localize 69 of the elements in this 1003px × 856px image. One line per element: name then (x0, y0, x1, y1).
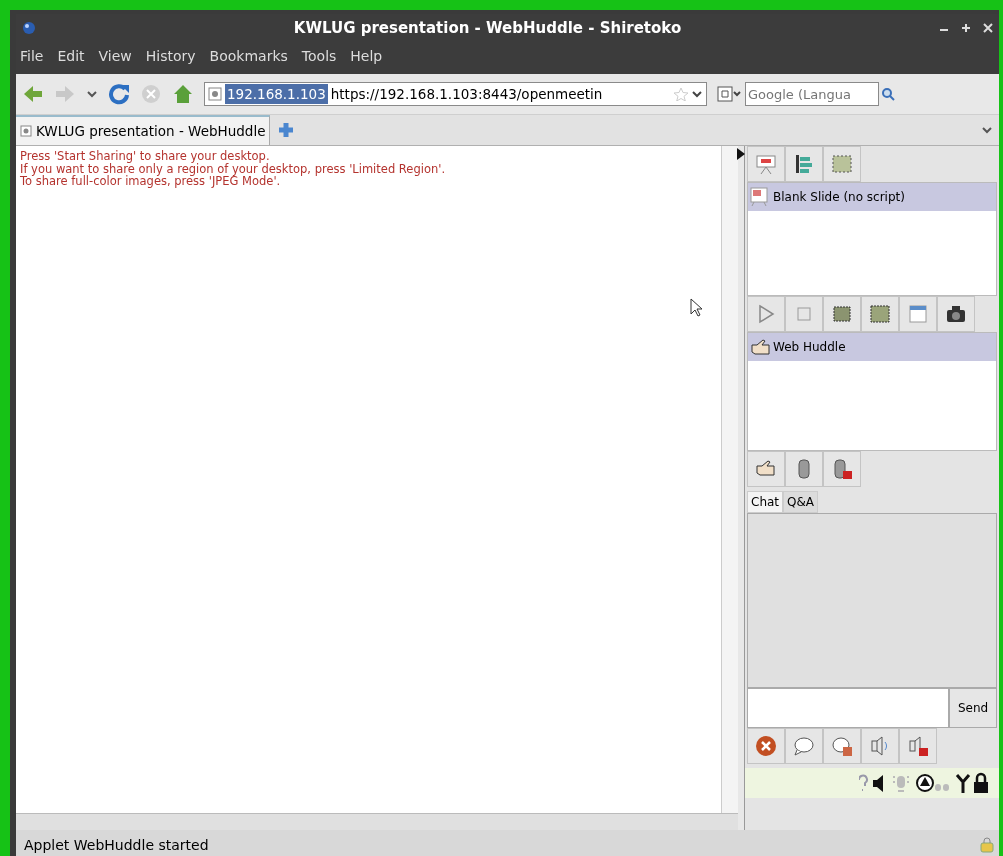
menu-item[interactable]: History (145, 48, 196, 64)
camera-button[interactable] (937, 296, 975, 332)
chat-tab[interactable]: Chat (747, 491, 784, 513)
slide-icon (750, 187, 770, 207)
document-list-icon (793, 153, 815, 175)
play-button[interactable] (747, 296, 785, 332)
menu-item[interactable]: View (98, 48, 132, 64)
maximize-icon[interactable] (961, 23, 971, 33)
microphone-off-icon (831, 458, 853, 480)
window-icon (907, 303, 929, 325)
address-url: https://192.168.1.103:8443/openmeetin (330, 86, 604, 102)
message-field[interactable] (747, 688, 949, 728)
triangle-icon (737, 148, 745, 160)
tab-list-icon[interactable] (981, 124, 993, 136)
hand-button[interactable] (747, 451, 785, 487)
globe-icon (22, 21, 36, 35)
instruction-text: Press 'Start Sharing' to share your desktop. (20, 150, 270, 163)
region-button[interactable] (823, 296, 861, 332)
speaker-off-icon (907, 735, 929, 757)
chat-bubble-button[interactable] (785, 728, 823, 764)
new-tab-icon[interactable] (278, 122, 295, 138)
speaker-off-button[interactable] (899, 728, 937, 764)
presentation-button[interactable] (747, 146, 785, 182)
menu-item[interactable]: Help (350, 48, 383, 64)
full-screen-button[interactable] (861, 296, 899, 332)
reload-icon[interactable] (108, 83, 130, 105)
send-button[interactable]: Send (949, 688, 997, 728)
address-host: 192.168.1.103 (225, 84, 328, 104)
star-icon[interactable] (674, 87, 688, 101)
vertical-scrollbar[interactable] (721, 146, 738, 813)
presentation-icon (755, 153, 777, 175)
speaker-button[interactable] (861, 728, 899, 764)
home-icon[interactable] (172, 83, 194, 105)
horizontal-scrollbar[interactable] (16, 813, 738, 830)
status-text: Applet WebHuddle started (24, 837, 209, 853)
chat-off-button[interactable] (823, 728, 861, 764)
chat-tab[interactable]: Q&A (783, 491, 819, 513)
window-title: KWLUG presentation - WebHuddle - Shiretoko (292, 19, 683, 37)
chat-off-icon (831, 735, 853, 757)
menu-item[interactable]: File (20, 48, 44, 64)
page-icon (208, 87, 222, 101)
microphone-off-button[interactable] (823, 451, 861, 487)
pointer-icon (690, 298, 704, 318)
menu-item[interactable]: Tools (301, 48, 337, 64)
list-item[interactable]: Blank Slide (no script) (748, 183, 996, 211)
chat-bubble-icon (793, 735, 815, 757)
address-field[interactable]: 192.168.1.103 https://192.168.1.103:8443/openmeetin (204, 82, 707, 106)
menu-item[interactable]: Bookmarks (209, 48, 288, 64)
page-icon (20, 125, 32, 137)
close-icon[interactable] (983, 23, 993, 33)
document-list-button[interactable] (785, 146, 823, 182)
applet-icon (979, 837, 995, 853)
microphone-button[interactable] (785, 451, 823, 487)
exit-button[interactable] (747, 728, 785, 764)
instruction-text: To share full-color images, press 'JPEG Mode'. (20, 175, 281, 188)
search-engine-icon[interactable] (717, 86, 743, 102)
back-icon[interactable] (22, 84, 44, 104)
menu-item[interactable]: Edit (57, 48, 85, 64)
browser-tab[interactable]: KWLUG presentation - WebHuddle (16, 115, 271, 145)
screen-icon (831, 153, 853, 175)
full-screen-icon (869, 303, 891, 325)
exit-icon (755, 735, 777, 757)
list-item[interactable]: Web Huddle (748, 333, 996, 361)
region-icon (831, 303, 853, 325)
camera-icon (945, 303, 967, 325)
search-field[interactable]: Google (Langua (745, 82, 879, 106)
search-icon[interactable] (881, 87, 895, 101)
hand-icon (750, 337, 770, 357)
instruction-text: If you want to share only a region of your desktop, press 'Limited Region'. (20, 162, 447, 175)
